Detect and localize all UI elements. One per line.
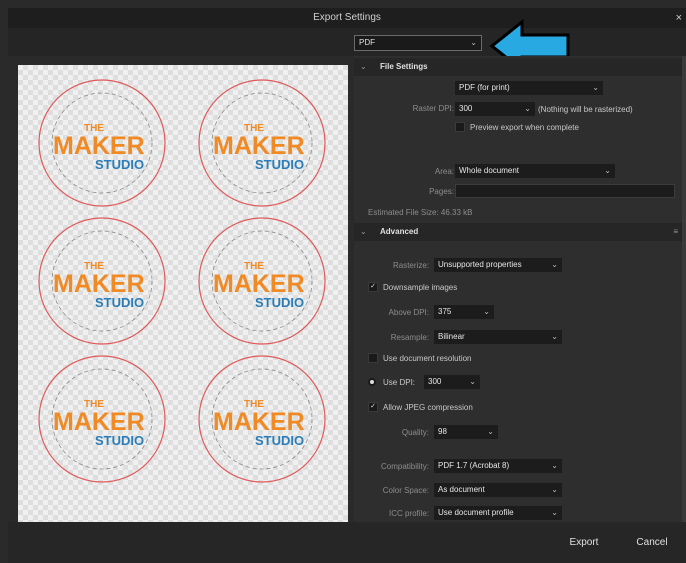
- preview-export-label: Preview export when complete: [470, 123, 579, 132]
- compatibility-label: Compatibility:: [380, 462, 429, 471]
- chevron-down-icon: ⌄: [551, 485, 558, 494]
- badge-1: THE MAKER STUDIO: [36, 77, 168, 209]
- use-doc-resolution-radio[interactable]: [368, 353, 378, 363]
- chevron-down-icon: ⌄: [604, 166, 611, 175]
- above-dpi-dropdown[interactable]: 375 ⌄: [434, 305, 494, 319]
- format-value: PDF: [359, 38, 375, 47]
- chevron-down-icon: ⌄: [470, 38, 477, 47]
- area-label: Area:: [434, 167, 454, 176]
- export-button[interactable]: Export: [552, 532, 616, 554]
- chevron-down-icon: ⌄: [592, 83, 599, 92]
- badge-studio: STUDIO: [95, 157, 144, 172]
- export-preview: THE MAKER STUDIO THE MAKER STUDIO THE MAKER ST…: [18, 65, 348, 541]
- chevron-down-icon: ⌄: [551, 461, 558, 470]
- rasterize-dropdown[interactable]: Unsupported properties ⌄: [434, 258, 562, 272]
- chevron-down-icon: ⌄: [551, 260, 558, 269]
- icc-profile-dropdown[interactable]: Use document profile ⌄: [434, 506, 562, 520]
- use-dpi-value: 300: [428, 377, 442, 386]
- badge-maker: MAKER: [213, 408, 305, 436]
- compatibility-dropdown[interactable]: PDF 1.7 (Acrobat 8) ⌄: [434, 459, 562, 473]
- above-dpi-value: 375: [438, 307, 452, 316]
- jpeg-compression-label: Allow JPEG compression: [383, 403, 473, 412]
- raster-dpi-label: Raster DPI:: [412, 104, 454, 113]
- quality-dropdown[interactable]: 98 ⌄: [434, 425, 498, 439]
- badge-maker: MAKER: [53, 132, 145, 160]
- downsample-label: Downsample images: [383, 283, 458, 292]
- dialog-titlebar: Export Settings ×: [8, 8, 686, 28]
- badge-maker: MAKER: [53, 408, 145, 436]
- color-space-dropdown[interactable]: As document ⌄: [434, 483, 562, 497]
- jpeg-compression-checkbox[interactable]: ✓: [368, 402, 378, 412]
- raster-dpi-dropdown[interactable]: 300 ⌄: [455, 102, 535, 116]
- chevron-down-icon: ⌄: [551, 332, 558, 341]
- badge-6: THE MAKER STUDIO: [196, 353, 328, 485]
- area-value: Whole document: [459, 166, 520, 175]
- quality-label: Quality:: [401, 428, 429, 437]
- raster-note: (Nothing will be rasterized): [538, 105, 633, 114]
- panel-scrollbar[interactable]: [682, 56, 686, 522]
- badge-maker: MAKER: [53, 270, 145, 298]
- area-dropdown[interactable]: Whole document ⌄: [455, 164, 615, 178]
- rasterize-label: Rasterize:: [392, 261, 429, 270]
- badge-studio: STUDIO: [95, 433, 144, 448]
- icc-profile-value: Use document profile: [438, 508, 514, 517]
- rasterize-value: Unsupported properties: [438, 260, 522, 269]
- badge-3: THE MAKER STUDIO: [36, 215, 168, 347]
- badge-5: THE MAKER STUDIO: [36, 353, 168, 485]
- badge-studio: STUDIO: [255, 157, 304, 172]
- compatibility-value: PDF 1.7 (Acrobat 8): [438, 461, 510, 470]
- estimated-file-size: Estimated File Size: 46.33 kB: [368, 208, 473, 217]
- icc-profile-label: ICC profile:: [388, 509, 429, 518]
- advanced-header[interactable]: ⌄ Advanced ≡: [354, 223, 686, 241]
- color-space-label: Color Space:: [382, 486, 429, 495]
- menu-icon[interactable]: ≡: [673, 223, 678, 241]
- resample-value: Bilinear: [438, 332, 465, 341]
- badge-studio: STUDIO: [95, 295, 144, 310]
- badge-maker: MAKER: [213, 270, 305, 298]
- resample-dropdown[interactable]: Bilinear ⌄: [434, 330, 562, 344]
- file-settings-header[interactable]: ⌄ File Settings: [354, 58, 686, 76]
- dialog-title: Export Settings: [313, 12, 381, 23]
- badge-maker: MAKER: [213, 132, 305, 160]
- chevron-down-icon: ⌄: [487, 427, 494, 436]
- pages-label: Pages:: [429, 187, 454, 196]
- format-select[interactable]: PDF ⌄: [354, 35, 482, 51]
- use-dpi-label: Use DPI:: [383, 378, 416, 387]
- use-dpi-dropdown[interactable]: 300 ⌄: [424, 375, 480, 389]
- color-space-value: As document: [438, 485, 485, 494]
- preview-export-checkbox[interactable]: [455, 122, 465, 132]
- section-title: File Settings: [380, 62, 428, 71]
- cancel-button[interactable]: Cancel: [620, 532, 684, 554]
- use-doc-resolution-label: Use document resolution: [383, 354, 472, 363]
- badge-4: THE MAKER STUDIO: [196, 215, 328, 347]
- settings-panel: ⌄ File Settings Preset: PDF (for print) …: [354, 56, 686, 522]
- quality-value: 98: [438, 427, 447, 436]
- resample-label: Resample:: [390, 333, 429, 342]
- raster-dpi-value: 300: [459, 104, 473, 113]
- chevron-down-icon: ⌄: [469, 377, 476, 386]
- above-dpi-label: Above DPI:: [388, 308, 429, 317]
- format-bar: [8, 28, 686, 56]
- badge-studio: STUDIO: [255, 433, 304, 448]
- preset-value: PDF (for print): [459, 83, 510, 92]
- chevron-down-icon: ⌄: [551, 508, 558, 517]
- section-title: Advanced: [380, 227, 419, 236]
- chevron-down-icon: ⌄: [524, 104, 531, 113]
- collapse-icon: ⌄: [360, 62, 367, 71]
- collapse-icon: ⌄: [360, 227, 367, 236]
- chevron-down-icon: ⌄: [483, 307, 490, 316]
- close-icon[interactable]: ×: [676, 8, 682, 28]
- pages-input[interactable]: [455, 184, 675, 198]
- use-dpi-radio[interactable]: [368, 378, 376, 386]
- downsample-checkbox[interactable]: ✓: [368, 282, 378, 292]
- badge-2: THE MAKER STUDIO: [196, 77, 328, 209]
- preset-dropdown[interactable]: PDF (for print) ⌄: [455, 81, 603, 95]
- badge-studio: STUDIO: [255, 295, 304, 310]
